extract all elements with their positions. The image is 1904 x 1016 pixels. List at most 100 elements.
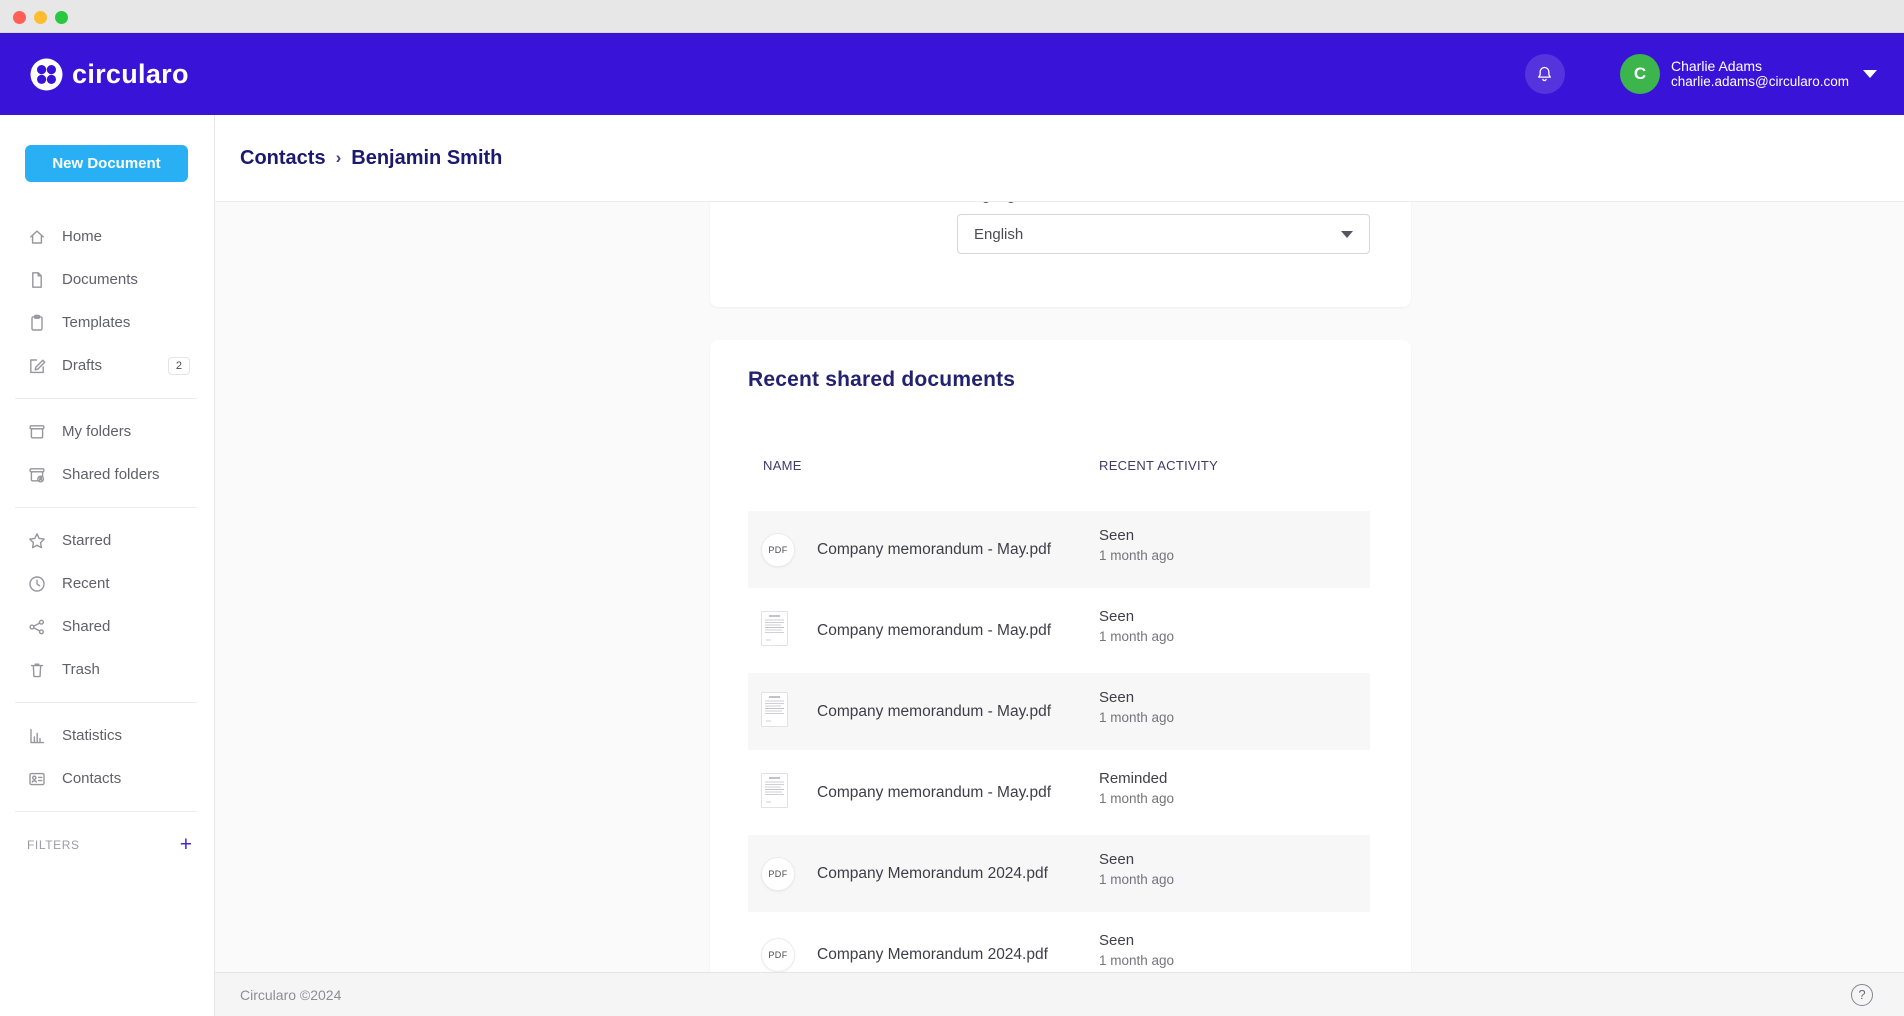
clipboard-icon xyxy=(27,313,47,333)
user-name: Charlie Adams xyxy=(1671,58,1849,74)
sidebar: New Document Home Documents Templates Dr… xyxy=(0,115,215,1016)
sidebar-item-label: Trash xyxy=(62,661,100,678)
table-row[interactable]: PDF Company memorandum - May.pdf Seen 1 … xyxy=(748,511,1370,588)
sidebar-item-label: Templates xyxy=(62,314,130,331)
card-title: Recent shared documents xyxy=(748,368,1015,392)
activity-time: 1 month ago xyxy=(1099,872,1174,887)
activity-status: Seen xyxy=(1099,689,1174,706)
circularo-logo-icon xyxy=(30,58,63,91)
document-name: Company Memorandum 2024.pdf xyxy=(817,946,1048,964)
maximize-window-button[interactable] xyxy=(55,11,68,24)
activity-status: Seen xyxy=(1099,932,1174,949)
activity-status: Seen xyxy=(1099,851,1174,868)
sidebar-item-label: Recent xyxy=(62,575,110,592)
add-filter-button[interactable]: + xyxy=(180,834,192,855)
sidebar-item-label: Statistics xyxy=(62,727,122,744)
recent-shared-documents-card: Recent shared documents NAME RECENT ACTI… xyxy=(710,340,1411,972)
activity-time: 1 month ago xyxy=(1099,629,1174,644)
sidebar-item-templates[interactable]: Templates xyxy=(0,301,214,344)
sidebar-divider xyxy=(15,398,197,399)
document-table: PDF Company memorandum - May.pdf Seen 1 … xyxy=(748,511,1370,972)
table-row[interactable]: PDF Company Memorandum 2024.pdf Seen 1 m… xyxy=(748,835,1370,912)
brand-wordmark: circularo xyxy=(72,59,189,90)
sidebar-divider xyxy=(15,507,197,508)
sidebar-item-documents[interactable]: Documents xyxy=(0,258,214,301)
share-icon xyxy=(27,617,47,637)
breadcrumb-contacts-link[interactable]: Contacts xyxy=(240,147,326,170)
activity-status: Reminded xyxy=(1099,770,1174,787)
sidebar-item-statistics[interactable]: Statistics xyxy=(0,714,214,757)
trash-icon xyxy=(27,660,47,680)
window-titlebar xyxy=(0,0,1904,33)
profile-settings-card: Language English xyxy=(710,202,1411,307)
document-thumbnail-icon xyxy=(761,773,788,808)
pdf-file-icon: PDF xyxy=(761,857,795,891)
table-row[interactable]: Company memorandum - May.pdf Seen 1 mont… xyxy=(748,592,1370,669)
home-icon xyxy=(27,227,47,247)
sidebar-item-contacts[interactable]: Contacts xyxy=(0,757,214,800)
document-name: Company memorandum - May.pdf xyxy=(817,541,1051,559)
sidebar-item-label: Home xyxy=(62,228,102,245)
sidebar-item-my-folders[interactable]: My folders xyxy=(0,410,214,453)
help-button[interactable]: ? xyxy=(1851,984,1873,1006)
sidebar-item-home[interactable]: Home xyxy=(0,215,214,258)
bell-icon xyxy=(1534,64,1555,85)
breadcrumb-current-page: Benjamin Smith xyxy=(351,147,502,170)
user-menu-caret-icon[interactable] xyxy=(1863,70,1877,78)
column-header-name: NAME xyxy=(763,458,802,473)
sidebar-item-shared[interactable]: Shared xyxy=(0,605,214,648)
close-window-button[interactable] xyxy=(13,11,26,24)
sidebar-item-label: My folders xyxy=(62,423,131,440)
user-info[interactable]: Charlie Adams charlie.adams@circularo.co… xyxy=(1671,58,1849,90)
edit-icon xyxy=(27,356,47,376)
language-select[interactable]: English xyxy=(957,214,1370,254)
sidebar-item-drafts[interactable]: Drafts 2 xyxy=(0,344,214,387)
shared-folder-icon xyxy=(27,465,47,485)
sidebar-divider xyxy=(15,811,197,812)
pdf-file-icon: PDF xyxy=(761,533,795,567)
star-icon xyxy=(27,531,47,551)
table-row[interactable]: PDF Company Memorandum 2024.pdf Seen 1 m… xyxy=(748,916,1370,972)
table-row[interactable]: Company memorandum - May.pdf Seen 1 mont… xyxy=(748,673,1370,750)
activity-status: Seen xyxy=(1099,527,1174,544)
minimize-window-button[interactable] xyxy=(34,11,47,24)
sidebar-item-label: Starred xyxy=(62,532,111,549)
activity-time: 1 month ago xyxy=(1099,953,1174,968)
sidebar-item-label: Drafts xyxy=(62,357,102,374)
breadcrumb-separator: › xyxy=(336,148,342,168)
sidebar-item-label: Contacts xyxy=(62,770,121,787)
main-area: Contacts › Benjamin Smith Language Engli… xyxy=(215,115,1904,1016)
document-name: Company memorandum - May.pdf xyxy=(817,703,1051,721)
sidebar-divider xyxy=(15,702,197,703)
folder-icon xyxy=(27,422,47,442)
document-name: Company Memorandum 2024.pdf xyxy=(817,865,1048,883)
sidebar-item-label: Documents xyxy=(62,271,138,288)
contact-card-icon xyxy=(27,769,47,789)
notifications-button[interactable] xyxy=(1525,54,1565,94)
document-name: Company memorandum - May.pdf xyxy=(817,622,1051,640)
activity-status: Seen xyxy=(1099,608,1174,625)
table-row[interactable]: Company memorandum - May.pdf Reminded 1 … xyxy=(748,754,1370,831)
copyright-text: Circularo ©2024 xyxy=(240,987,341,1003)
sidebar-item-recent[interactable]: Recent xyxy=(0,562,214,605)
language-label: Language xyxy=(957,202,1024,207)
scroll-content: Language English Recent shared documents… xyxy=(215,202,1904,972)
avatar[interactable]: C xyxy=(1620,54,1660,94)
sidebar-item-shared-folders[interactable]: Shared folders xyxy=(0,453,214,496)
footer: Circularo ©2024 ? xyxy=(215,972,1904,1016)
pdf-file-icon: PDF xyxy=(761,938,795,972)
drafts-count-badge: 2 xyxy=(168,357,190,375)
sidebar-item-trash[interactable]: Trash xyxy=(0,648,214,691)
app-header: circularo C Charlie Adams charlie.adams@… xyxy=(0,33,1904,115)
sidebar-item-starred[interactable]: Starred xyxy=(0,519,214,562)
activity-time: 1 month ago xyxy=(1099,710,1174,725)
filters-section: FILTERS + xyxy=(0,823,214,866)
document-icon xyxy=(27,270,47,290)
language-select-value: English xyxy=(974,226,1023,243)
new-document-button[interactable]: New Document xyxy=(25,145,188,182)
user-email: charlie.adams@circularo.com xyxy=(1671,74,1849,90)
sidebar-item-label: Shared xyxy=(62,618,110,635)
brand-logo[interactable]: circularo xyxy=(30,58,189,91)
clock-icon xyxy=(27,574,47,594)
document-thumbnail-icon xyxy=(761,611,788,646)
